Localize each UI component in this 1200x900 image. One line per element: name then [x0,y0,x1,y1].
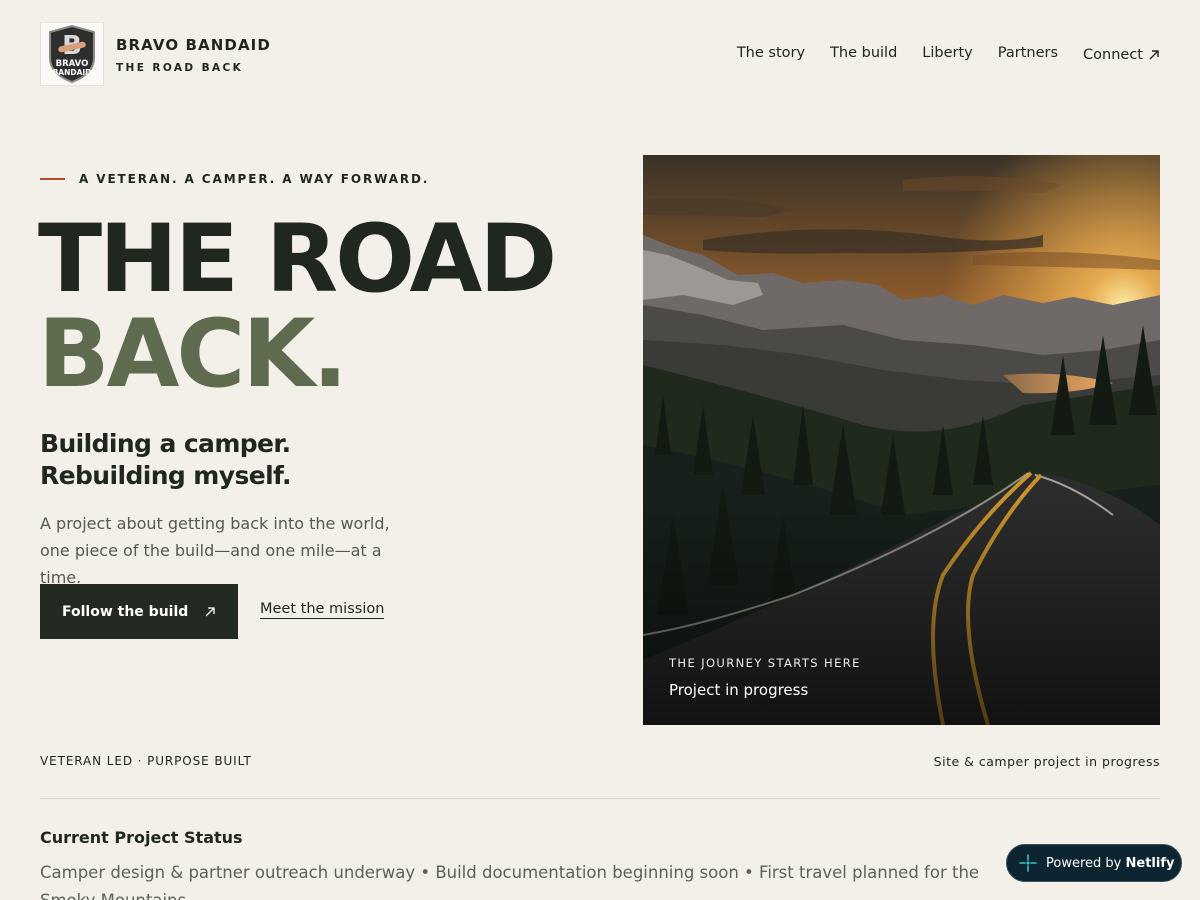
hero-image-card: THE JOURNEY STARTS HERE Project in progr… [643,155,1160,725]
netlify-prefix: Powered by [1046,855,1122,871]
subhead-line-1: Building a camper. [40,429,291,458]
nav-item-story[interactable]: The story [737,45,805,61]
subhead-line-2: Rebuilding myself. [40,461,291,490]
hero-subhead: Building a camper. Rebuilding myself. [40,428,291,492]
hero-image-caption: THE JOURNEY STARTS HERE Project in progr… [669,656,861,699]
connect-label: Connect [1083,47,1143,63]
main-nav: The story The build Liberty Partners Con… [737,45,1160,63]
netlify-badge-text: Powered by Netlify [1046,856,1174,871]
status-title: Current Project Status [40,828,243,847]
netlify-badge[interactable]: Powered by Netlify [1006,844,1182,882]
brand-name[interactable]: BRAVO BANDAID [116,36,271,54]
eyebrow-text: A VETERAN. A CAMPER. A WAY FORWARD. [79,172,430,186]
nav-item-liberty[interactable]: Liberty [922,45,972,61]
netlify-icon [1019,854,1037,872]
arrow-up-right-icon [1149,50,1159,60]
image-kicker: THE JOURNEY STARTS HERE [669,656,861,670]
project-in-progress-label: Site & camper project in progress [933,754,1160,769]
veteran-led-label: VETERAN LED · PURPOSE BUILT [40,754,252,768]
status-body: Camper design & partner outreach underwa… [40,863,980,900]
headline-line-2: BACK. [38,300,348,409]
headline-line-1: THE ROAD [38,205,557,314]
follow-the-build-label: Follow the build [62,603,189,620]
image-status: Project in progress [669,681,809,699]
brand-logo[interactable]: B BRAVO BANDAID [40,22,104,86]
section-divider [40,798,1160,799]
nav-item-connect[interactable]: Connect [1083,47,1160,63]
brand-tagline: THE ROAD BACK [116,62,244,74]
nav-item-build[interactable]: The build [830,45,897,61]
nav-item-partners[interactable]: Partners [998,45,1058,61]
hero-lede: A project about getting back into the wo… [40,514,390,587]
follow-the-build-button[interactable]: Follow the build [40,584,238,639]
netlify-brand: Netlify [1125,855,1175,871]
mountain-road-image [643,155,1160,725]
hero-headline: THE ROAD BACK. [38,205,557,409]
shield-logo-icon: B BRAVO BANDAID [49,24,95,84]
eyebrow-rule [40,178,65,180]
meet-the-mission-link[interactable]: Meet the mission [260,601,385,619]
arrow-up-right-icon [205,606,215,616]
logo-bottom-text: BANDAID [53,68,92,77]
hero-eyebrow: A VETERAN. A CAMPER. A WAY FORWARD. [40,172,429,186]
